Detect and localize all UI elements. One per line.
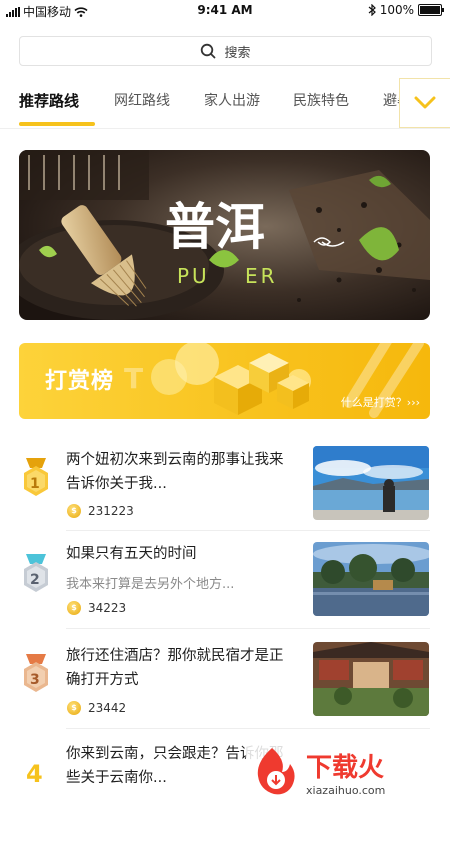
tab-family-trips[interactable]: 家人出游 [204,90,260,110]
item-divider [66,628,430,629]
reward-count: 34223 [88,601,127,615]
item-title: 两个妞初次来到云南的那事让我来告诉你关于我... [66,452,284,492]
item-thumbnail [313,446,429,520]
bluetooth-icon [368,4,376,16]
rank-number: 2 [30,572,40,588]
banner-pinyin-right: ER [245,264,278,288]
coin-icon: $ [67,701,81,715]
list-item[interactable]: 3 旅行还住酒店？那你就民宿才是正确打开方式 $ 23442 [0,642,450,742]
tab-recommended[interactable]: 推荐路线 [19,90,79,111]
banner-image: 普洱 PU ER [19,150,430,320]
reward-count: 23442 [88,701,127,715]
rank-number: 3 [30,672,40,688]
status-bar: 中国移动 9:41 AM 100% [0,0,450,22]
active-tab-indicator [19,122,95,126]
battery-icon [418,4,444,16]
reward-title: 打赏榜 [45,369,115,394]
tab-influencer-routes[interactable]: 网红路线 [114,90,170,110]
item-subtitle: 我本来打算是去另外个地方... [66,577,235,592]
battery-percent: 100% [379,3,414,17]
tab-ethnic-features[interactable]: 民族特色 [293,90,349,110]
status-right: 100% [368,3,444,17]
search-placeholder: 搜索 [224,45,251,61]
reward-count: 231223 [88,504,134,518]
item-divider [66,530,430,531]
coin-icon: $ [67,601,81,615]
watermark-brand: 下载火 [306,753,384,783]
item-thumbnail [313,542,429,616]
expand-tabs-button[interactable] [399,78,450,128]
search-icon [201,43,216,59]
chevron-down-icon [414,96,436,109]
banner-pinyin-left: PU [177,264,210,288]
item-divider [66,728,430,729]
svg-text:T: T [124,362,143,395]
item-thumbnail [313,642,429,716]
coin-icon: $ [67,504,81,518]
item-title: 旅行还住酒店？那你就民宿才是正确打开方式 [66,648,284,688]
banner-title: 普洱 [165,197,265,256]
search-input[interactable]: 搜索 [19,36,432,66]
list-item[interactable]: 1 两个妞初次来到云南的那事让我来告诉你关于我... $ 231223 [0,446,450,546]
list-item[interactable]: 2 如果只有五天的时间 我本来打算是去另外个地方... $ 34223 [0,542,450,642]
featured-banner[interactable]: 普洱 PU ER [19,150,430,320]
reward-leaderboard-banner[interactable]: T 打赏榜 什么是打赏？››› [19,343,430,419]
item-title: 如果只有五天的时间 [66,546,197,562]
watermark-url: xiazaihuo.com [306,784,385,797]
watermark-logo: 下载火 xiazaihuo.com [246,742,446,800]
tab-divider [0,128,450,129]
rank-number: 4 [26,760,43,788]
category-tabs: 推荐路线 网红路线 家人出游 民族特色 避暑 [0,82,450,128]
what-is-reward-link[interactable]: 什么是打赏？››› [341,394,420,410]
rank-number: 1 [30,476,40,492]
